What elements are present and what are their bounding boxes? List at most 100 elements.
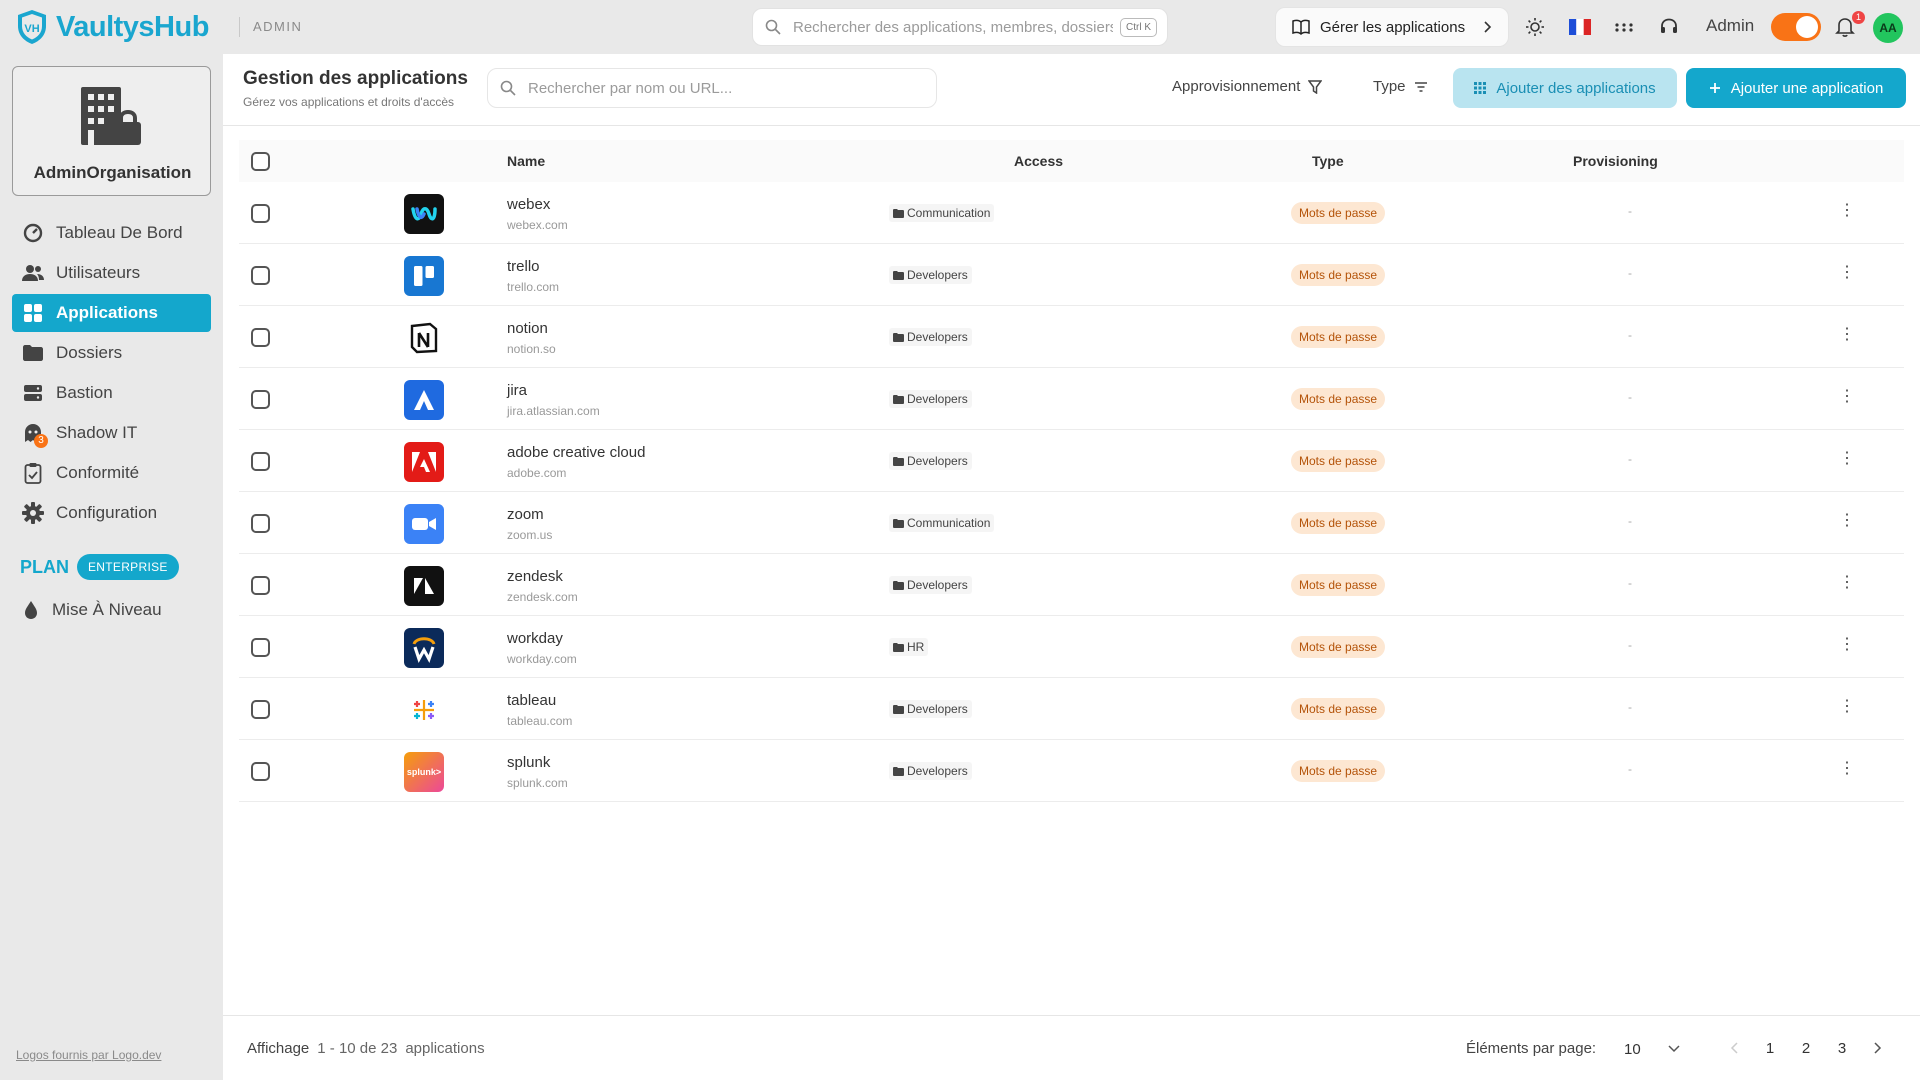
sidebar-item-shadow-it[interactable]: 3 Shadow IT <box>12 414 211 452</box>
column-header-type[interactable]: Type <box>1312 153 1344 169</box>
table-row[interactable]: adobe creative cloud adobe.com Developer… <box>239 430 1904 492</box>
row-checkbox[interactable] <box>251 638 270 657</box>
provisioning-filter[interactable]: Approvisionnement <box>1172 78 1323 95</box>
column-header-provisioning[interactable]: Provisioning <box>1573 153 1658 169</box>
provisioning-filter-label: Approvisionnement <box>1172 78 1301 95</box>
org-card[interactable]: AdminOrganisation <box>12 66 211 196</box>
table-row[interactable]: tableau tableau.com Developers Mots de p… <box>239 678 1904 740</box>
sidebar-item-folders[interactable]: Dossiers <box>12 334 211 372</box>
row-actions-kebab-icon[interactable]: ⋮ <box>1839 510 1855 530</box>
prev-page-button[interactable] <box>1718 1031 1750 1065</box>
app-search[interactable] <box>487 68 937 108</box>
type-badge: Mots de passe <box>1291 574 1386 596</box>
support-headset-icon[interactable] <box>1656 14 1682 40</box>
row-checkbox[interactable] <box>251 266 270 285</box>
row-actions-kebab-icon[interactable]: ⋮ <box>1839 386 1855 406</box>
table-row[interactable]: webex webex.com Communication Mots de pa… <box>239 182 1904 244</box>
access-folder-tag[interactable]: Developers <box>889 700 972 718</box>
upgrade-link[interactable]: Mise À Niveau <box>22 600 162 620</box>
theme-toggle[interactable] <box>1771 13 1821 41</box>
access-folder-tag[interactable]: Developers <box>889 576 972 594</box>
row-checkbox[interactable] <box>251 328 270 347</box>
manage-apps-button[interactable]: Gérer les applications <box>1275 7 1509 47</box>
row-actions-kebab-icon[interactable]: ⋮ <box>1839 448 1855 468</box>
language-flag-button[interactable] <box>1567 14 1593 40</box>
add-apps-button[interactable]: Ajouter des applications <box>1453 68 1677 108</box>
access-folder-tag[interactable]: Communication <box>889 204 995 222</box>
plan-label: PLAN <box>20 556 69 577</box>
display-label: Affichage <box>247 1040 310 1057</box>
shield-logo-icon: VH <box>18 10 46 44</box>
row-actions-kebab-icon[interactable]: ⋮ <box>1839 262 1855 282</box>
table-row[interactable]: jira jira.atlassian.com Developers Mots … <box>239 368 1904 430</box>
notification-badge: 1 <box>1852 11 1865 24</box>
row-checkbox[interactable] <box>251 390 270 409</box>
table-row[interactable]: workday workday.com HR Mots de passe - ⋮ <box>239 616 1904 678</box>
sidebar-item-compliance[interactable]: Conformité <box>12 454 211 492</box>
global-search[interactable]: Ctrl K <box>752 8 1168 46</box>
brand-logo[interactable]: VH VaultysHub <box>14 8 209 46</box>
access-folder-tag[interactable]: Developers <box>889 762 972 780</box>
next-page-button[interactable] <box>1862 1031 1894 1065</box>
table-row[interactable]: trello trello.com Developers Mots de pas… <box>239 244 1904 306</box>
row-actions-kebab-icon[interactable]: ⋮ <box>1839 634 1855 654</box>
app-name[interactable]: trello <box>507 258 540 275</box>
row-actions-kebab-icon[interactable]: ⋮ <box>1839 572 1855 592</box>
access-folder-tag[interactable]: Developers <box>889 266 972 284</box>
page-button-3[interactable]: 3 <box>1826 1031 1858 1065</box>
app-name[interactable]: tableau <box>507 692 556 709</box>
access-folder-tag[interactable]: Developers <box>889 452 972 470</box>
sidebar-item-bastion[interactable]: Bastion <box>12 374 211 412</box>
row-checkbox[interactable] <box>251 452 270 471</box>
select-all-checkbox[interactable] <box>251 152 270 171</box>
table-row[interactable]: splunk> splunk splunk.com Developers Mot… <box>239 740 1904 802</box>
per-page-select[interactable]: 10 <box>1616 1033 1688 1065</box>
row-actions-kebab-icon[interactable]: ⋮ <box>1839 200 1855 220</box>
app-name[interactable]: adobe creative cloud <box>507 444 645 461</box>
app-name[interactable]: workday <box>507 630 563 647</box>
sidebar-item-configuration[interactable]: Configuration <box>12 494 211 532</box>
row-actions-kebab-icon[interactable]: ⋮ <box>1839 758 1855 778</box>
app-name[interactable]: zoom <box>507 506 544 523</box>
row-checkbox[interactable] <box>251 576 270 595</box>
row-checkbox[interactable] <box>251 762 270 781</box>
column-header-access[interactable]: Access <box>1014 153 1063 169</box>
app-name[interactable]: zendesk <box>507 568 563 585</box>
global-search-input[interactable] <box>793 18 1113 36</box>
page-button-2[interactable]: 2 <box>1790 1031 1822 1065</box>
page-button-1[interactable]: 1 <box>1754 1031 1786 1065</box>
row-actions-kebab-icon[interactable]: ⋮ <box>1839 696 1855 716</box>
sun-icon[interactable] <box>1522 14 1548 40</box>
table-row[interactable]: zoom zoom.us Communication Mots de passe… <box>239 492 1904 554</box>
row-actions-kebab-icon[interactable]: ⋮ <box>1839 324 1855 344</box>
table-row[interactable]: notion notion.so Developers Mots de pass… <box>239 306 1904 368</box>
folder-icon <box>893 642 904 652</box>
sidebar-item-users[interactable]: Utilisateurs <box>12 254 211 292</box>
upgrade-label: Mise À Niveau <box>52 600 162 619</box>
access-folder-tag[interactable]: HR <box>889 638 929 656</box>
row-checkbox[interactable] <box>251 204 270 223</box>
access-folder-tag[interactable]: Developers <box>889 390 972 408</box>
pager: 1 2 3 <box>1718 1031 1894 1065</box>
sidebar-item-applications[interactable]: Applications <box>12 294 211 332</box>
logos-credit-link[interactable]: Logos fournis par Logo.dev <box>16 1048 161 1062</box>
access-folder-tag[interactable]: Developers <box>889 328 972 346</box>
app-name[interactable]: splunk <box>507 754 550 771</box>
column-header-name[interactable]: Name <box>507 153 545 169</box>
add-app-button[interactable]: Ajouter une application <box>1686 68 1906 108</box>
table-row[interactable]: zendesk zendesk.com Developers Mots de p… <box>239 554 1904 616</box>
access-folder-tag[interactable]: Communication <box>889 514 995 532</box>
row-checkbox[interactable] <box>251 514 270 533</box>
app-name[interactable]: jira <box>507 382 527 399</box>
app-search-input[interactable] <box>528 79 908 97</box>
app-name[interactable]: webex <box>507 196 550 213</box>
avatar[interactable]: AA <box>1873 13 1903 43</box>
more-apps-icon[interactable] <box>1611 14 1637 40</box>
sidebar-item-dashboard[interactable]: Tableau De Bord <box>12 214 211 252</box>
type-badge: Mots de passe <box>1291 698 1386 720</box>
row-checkbox[interactable] <box>251 700 270 719</box>
zoom-logo <box>404 504 444 544</box>
folder-icon <box>893 270 904 280</box>
type-filter[interactable]: Type <box>1373 78 1428 95</box>
app-name[interactable]: notion <box>507 320 548 337</box>
